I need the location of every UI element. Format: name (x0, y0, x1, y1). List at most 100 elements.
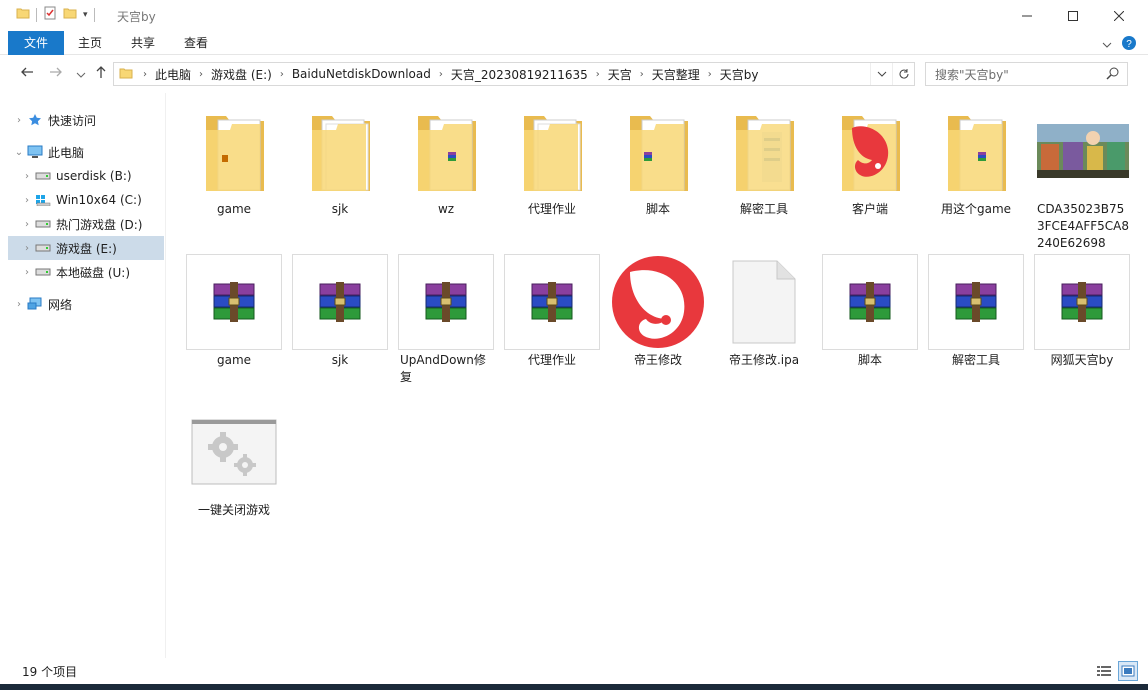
search-box[interactable]: 搜索"天宫by" (925, 62, 1128, 86)
breadcrumb-tiangong-by[interactable]: 天宫by (720, 66, 759, 83)
folder-item[interactable]: 代理作业 (502, 103, 602, 218)
properties-icon[interactable] (43, 6, 57, 23)
chevron-right-icon[interactable]: › (20, 267, 34, 278)
expand-ribbon-icon[interactable] (1102, 38, 1112, 52)
item-label: 代理作业 (527, 202, 576, 216)
nav-drive-e[interactable]: › 游戏盘 (E:) (8, 236, 164, 260)
winrar-icon (398, 254, 494, 350)
breadcrumb-game-drive[interactable]: 游戏盘 (E:) (211, 66, 272, 83)
search-icon[interactable] (1106, 67, 1119, 83)
ribbon-tabs: 文件 主页 共享 查看 ? (0, 31, 1148, 55)
winrar-icon (504, 254, 600, 350)
recent-locations-icon[interactable] (72, 65, 90, 83)
nav-label: Win10x64 (C:) (56, 193, 142, 207)
app-item[interactable]: 帝王修改 (608, 254, 708, 369)
breadcrumb-tiangong-sorted[interactable]: 天宫整理 (652, 66, 700, 83)
forward-arrow-icon[interactable] (47, 65, 65, 83)
folder-icon (504, 103, 600, 199)
folder-item[interactable]: wz (396, 103, 496, 218)
folder-icon (822, 103, 918, 199)
breadcrumb-tiangong[interactable]: 天宫 (608, 66, 632, 83)
minimize-button[interactable] (1004, 0, 1050, 31)
folder-item[interactable]: 解密工具 (714, 103, 814, 218)
item-label: game (216, 202, 252, 216)
nav-drive-u[interactable]: › 本地磁盘 (U:) (20, 260, 165, 284)
nav-label: 本地磁盘 (U:) (56, 265, 131, 280)
chevron-right-icon[interactable]: › (20, 195, 34, 206)
network-icon (26, 296, 44, 312)
chevron-right-icon[interactable]: › (12, 299, 26, 310)
item-label: 脚本 (857, 353, 882, 367)
item-label: sjk (331, 202, 349, 216)
details-view-icon[interactable] (1094, 661, 1114, 681)
drive-icon (34, 240, 52, 256)
archive-item[interactable]: UpAndDown修复 (396, 254, 496, 386)
tab-home[interactable]: 主页 (64, 31, 116, 55)
item-label: sjk (331, 353, 349, 367)
archive-item[interactable]: 解密工具 (926, 254, 1026, 369)
breadcrumb-baidu-download[interactable]: BaiduNetdiskDownload (292, 67, 431, 81)
large-icons-view-icon[interactable] (1118, 661, 1138, 681)
folder-icon (16, 6, 30, 23)
image-item[interactable]: CDA35023B753FCE4AFF5CA8240E62698 (1033, 103, 1133, 252)
nav-drive-b[interactable]: › userdisk (B:) (20, 164, 165, 188)
nav-drive-c[interactable]: › Win10x64 (C:) (20, 188, 165, 212)
item-label: CDA35023B753FCE4AFF5CA8240E62698 (1037, 202, 1130, 250)
archive-item[interactable]: 网狐天宫by (1032, 254, 1132, 369)
chevron-right-icon[interactable]: › (20, 171, 34, 182)
chevron-right-icon[interactable]: › (20, 243, 34, 254)
archive-item[interactable]: 脚本 (820, 254, 920, 369)
new-folder-icon[interactable] (63, 6, 77, 23)
taskbar-edge (0, 684, 1148, 690)
item-label: UpAndDown修复 (400, 353, 486, 384)
address-dropdown-icon[interactable] (870, 63, 892, 85)
winrar-icon (822, 254, 918, 350)
folder-icon (292, 103, 388, 199)
computer-icon (26, 144, 44, 160)
batch-file-item[interactable]: 一键关闭游戏 (184, 404, 284, 519)
folder-item[interactable]: 客户端 (820, 103, 920, 218)
windows-drive-icon (34, 192, 52, 208)
winrar-icon (928, 254, 1024, 350)
file-item[interactable]: 帝王修改.ipa (714, 254, 814, 369)
address-bar[interactable]: › 此电脑 › 游戏盘 (E:) › BaiduNetdiskDownload … (113, 62, 915, 86)
nav-this-pc[interactable]: ⌄ 此电脑 (12, 140, 162, 164)
tab-view[interactable]: 查看 (170, 31, 222, 55)
archive-item[interactable]: sjk (290, 254, 390, 369)
archive-item[interactable]: 代理作业 (502, 254, 602, 369)
customize-qat-icon[interactable]: ▾ (83, 10, 88, 20)
nav-quick-access[interactable]: › 快速访问 (12, 108, 162, 132)
blank-file-icon (716, 254, 812, 350)
drive-icon (34, 264, 52, 280)
star-icon (26, 112, 44, 128)
folder-item[interactable]: 脚本 (608, 103, 708, 218)
item-label: 客户端 (851, 202, 888, 216)
up-arrow-icon[interactable] (92, 65, 110, 83)
chevron-right-icon[interactable]: › (12, 115, 26, 126)
chevron-down-icon[interactable]: ⌄ (12, 147, 26, 158)
refresh-icon[interactable] (892, 63, 914, 85)
nav-label: 热门游戏盘 (D:) (56, 217, 143, 232)
archive-item[interactable]: game (184, 254, 284, 369)
breadcrumb-this-pc[interactable]: 此电脑 (155, 66, 191, 83)
chevron-right-icon[interactable]: › (20, 219, 34, 230)
breadcrumb-tiangong-dated[interactable]: 天宫_20230819211635 (451, 66, 588, 83)
maximize-button[interactable] (1050, 0, 1096, 31)
file-list: game sjk wz 代理作业 脚本 解密工具 客户端 用这个game CDA… (167, 93, 1148, 658)
gears-icon (186, 404, 282, 500)
nav-network[interactable]: › 网络 (12, 292, 162, 316)
item-label: 脚本 (645, 202, 670, 216)
help-icon[interactable]: ? (1122, 36, 1136, 53)
tab-share[interactable]: 共享 (117, 31, 169, 55)
explorer-window: ▾ 天宫by 文件 主页 共享 查看 ? › 此电脑 › 游戏盘 (E:) › … (0, 0, 1148, 684)
close-button[interactable] (1096, 0, 1142, 31)
winrar-icon (292, 254, 388, 350)
window-title: 天宫by (117, 10, 156, 24)
folder-item[interactable]: 用这个game (926, 103, 1026, 218)
folder-item[interactable]: sjk (290, 103, 390, 218)
folder-item[interactable]: game (184, 103, 284, 218)
back-arrow-icon[interactable] (18, 65, 36, 83)
navigation-pane: › 快速访问 ⌄ 此电脑 › userdisk (B:) › Win10x64 … (0, 93, 166, 658)
nav-drive-d[interactable]: › 热门游戏盘 (D:) (20, 212, 165, 236)
tab-file[interactable]: 文件 (8, 31, 64, 55)
